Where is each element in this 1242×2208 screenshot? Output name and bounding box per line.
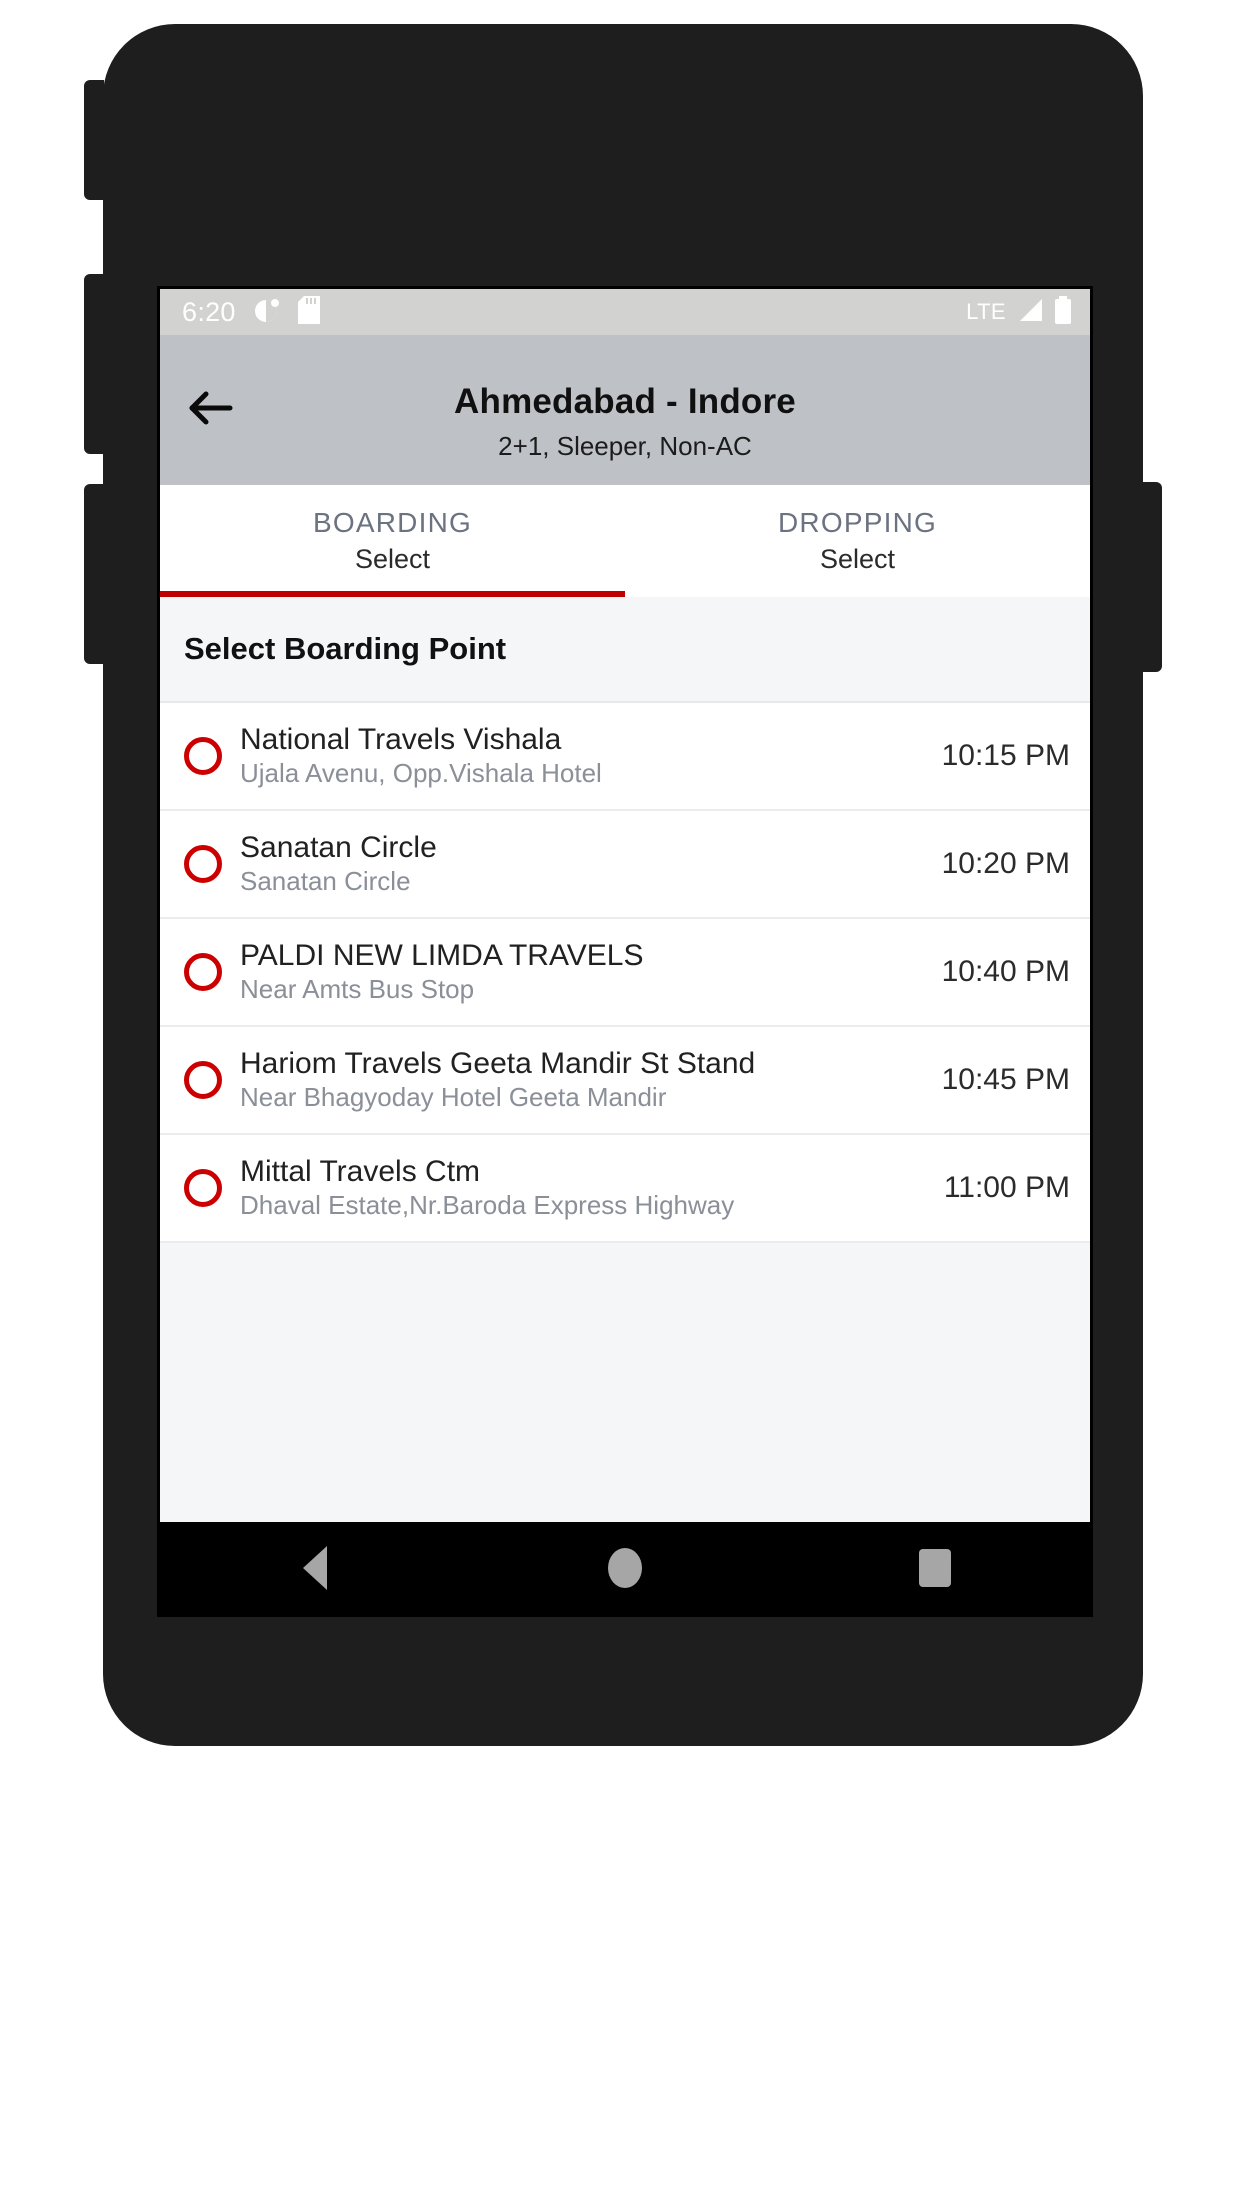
section-header-label: Select Boarding Point — [184, 631, 507, 666]
boarding-point-row[interactable]: Mittal Travels Ctm Dhaval Estate,Nr.Baro… — [160, 1135, 1090, 1243]
volume-up-button[interactable] — [84, 80, 104, 200]
tab-boarding[interactable]: BOARDING Select — [160, 485, 625, 597]
boarding-point-time: 10:40 PM — [941, 955, 1070, 988]
phone-screen: 6:20 LTE Ahmedabad - Indore 2+1, Sleeper… — [160, 289, 1090, 1614]
back-arrow-icon — [188, 388, 234, 433]
tab-bar: BOARDING Select DROPPING Select — [160, 485, 1090, 597]
sd-card-icon — [297, 295, 320, 329]
boarding-point-name: PALDI NEW LIMDA TRAVELS — [240, 938, 644, 972]
network-type-label: LTE — [966, 299, 1006, 324]
volume-down-button[interactable] — [84, 274, 104, 454]
boarding-point-time: 11:00 PM — [943, 1171, 1070, 1204]
tab-boarding-title: BOARDING — [313, 507, 472, 538]
nav-recents-button[interactable] — [875, 1522, 995, 1614]
boarding-point-time: 10:20 PM — [941, 847, 1070, 880]
side-button[interactable] — [84, 484, 104, 664]
boarding-point-landmark: Near Bhagyoday Hotel Geeta Mandir — [240, 1083, 667, 1113]
signal-icon — [1016, 297, 1044, 328]
boarding-point-row[interactable]: PALDI NEW LIMDA TRAVELS Near Amts Bus St… — [160, 919, 1090, 1027]
boarding-point-name: Sanatan Circle — [240, 830, 437, 864]
boarding-point-row[interactable]: National Travels Vishala Ujala Avenu, Op… — [160, 703, 1090, 811]
boarding-point-row[interactable]: Sanatan Circle Sanatan Circle 10:20 PM — [160, 811, 1090, 919]
section-header: Select Boarding Point — [160, 597, 1090, 703]
boarding-point-time: 10:45 PM — [941, 1063, 1070, 1096]
tab-active-indicator — [160, 591, 625, 597]
radio-button-icon[interactable] — [184, 953, 222, 991]
boarding-point-row[interactable]: Hariom Travels Geeta Mandir St Stand Nea… — [160, 1027, 1090, 1135]
radio-button-icon[interactable] — [184, 1061, 222, 1099]
radio-button-icon[interactable] — [184, 845, 222, 883]
boarding-point-text: National Travels Vishala Ujala Avenu, Op… — [240, 723, 926, 789]
boarding-point-landmark: Near Amts Bus Stop — [240, 975, 475, 1005]
tab-dropping[interactable]: DROPPING Select — [625, 485, 1090, 597]
boarding-point-text: Mittal Travels Ctm Dhaval Estate,Nr.Baro… — [240, 1155, 928, 1221]
android-navigation-bar — [160, 1522, 1090, 1614]
page-title: Ahmedabad - Indore — [454, 382, 796, 422]
battery-icon — [1054, 295, 1072, 329]
nav-back-button[interactable] — [255, 1522, 375, 1614]
phone-frame: 6:20 LTE Ahmedabad - Indore 2+1, Sleeper… — [84, 24, 1162, 1746]
dnd-icon — [254, 297, 280, 328]
status-bar-right: LTE — [966, 295, 1072, 329]
nav-back-icon — [303, 1546, 327, 1590]
nav-home-icon — [608, 1548, 642, 1588]
app-bar-titles: Ahmedabad - Indore 2+1, Sleeper, Non-AC — [160, 383, 1090, 460]
radio-button-icon[interactable] — [184, 737, 222, 775]
list-empty-area — [160, 1243, 1090, 1522]
boarding-point-text: Sanatan Circle Sanatan Circle — [240, 831, 926, 897]
nav-home-button[interactable] — [565, 1522, 685, 1614]
power-button[interactable] — [1142, 482, 1162, 672]
boarding-point-time: 10:15 PM — [941, 739, 1070, 772]
app-bar: Ahmedabad - Indore 2+1, Sleeper, Non-AC — [160, 335, 1090, 485]
boarding-point-landmark: Sanatan Circle — [240, 867, 411, 897]
back-button[interactable] — [174, 373, 248, 447]
page-subtitle: 2+1, Sleeper, Non-AC — [498, 430, 752, 461]
tab-dropping-title: DROPPING — [778, 507, 937, 538]
tab-boarding-value: Select — [354, 544, 431, 574]
boarding-point-landmark: Dhaval Estate,Nr.Baroda Express Highway — [240, 1191, 735, 1221]
nav-recents-icon — [919, 1549, 951, 1587]
status-bar: 6:20 LTE — [160, 289, 1090, 335]
boarding-point-landmark: Ujala Avenu, Opp.Vishala Hotel — [240, 759, 602, 789]
boarding-point-list: National Travels Vishala Ujala Avenu, Op… — [160, 703, 1090, 1243]
tab-dropping-value: Select — [819, 544, 896, 574]
status-bar-left: 6:20 — [182, 295, 320, 329]
boarding-point-name: Mittal Travels Ctm — [240, 1154, 481, 1188]
boarding-point-text: PALDI NEW LIMDA TRAVELS Near Amts Bus St… — [240, 939, 926, 1005]
status-time: 6:20 — [182, 296, 236, 327]
boarding-point-name: National Travels Vishala — [240, 722, 562, 756]
radio-button-icon[interactable] — [184, 1169, 222, 1207]
boarding-point-name: Hariom Travels Geeta Mandir St Stand — [240, 1046, 756, 1080]
boarding-point-text: Hariom Travels Geeta Mandir St Stand Nea… — [240, 1047, 926, 1113]
